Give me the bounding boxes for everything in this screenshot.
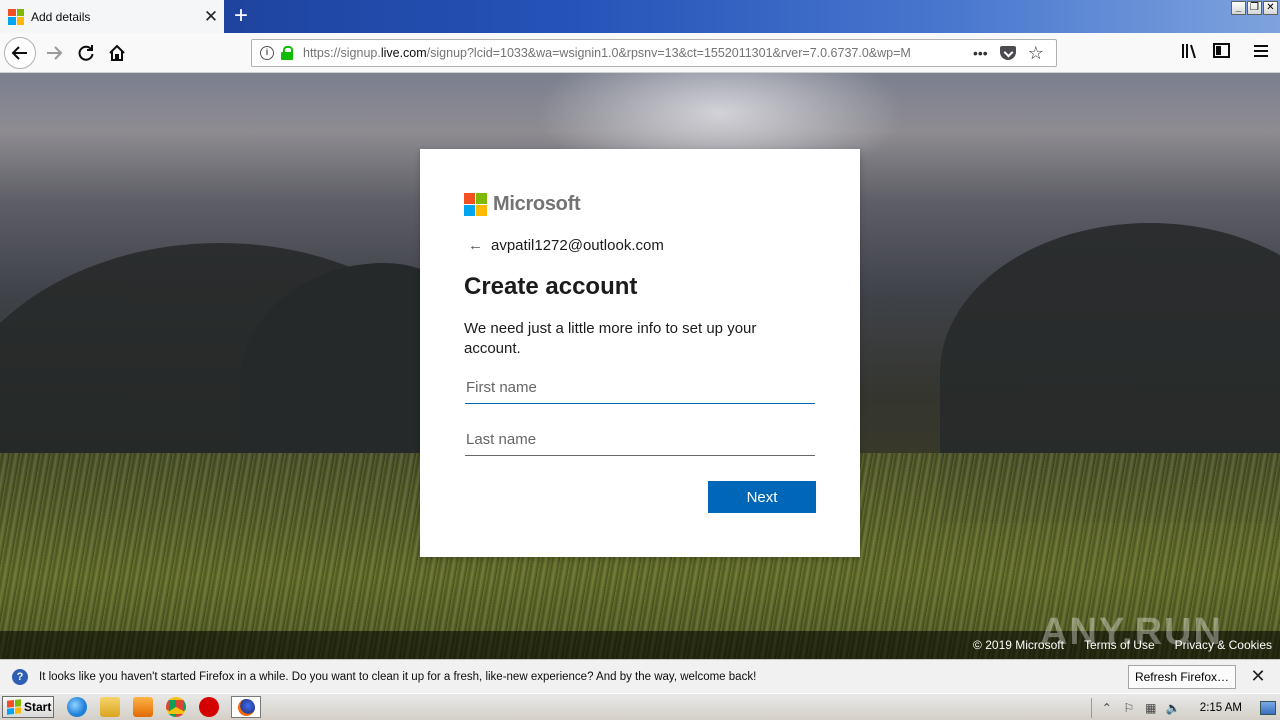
close-window-icon[interactable]: ✕	[1263, 1, 1278, 15]
menu-icon[interactable]	[1253, 43, 1269, 64]
first-name-input[interactable]	[465, 372, 815, 404]
volume-icon[interactable]: 🔈	[1166, 701, 1181, 715]
terms-of-use-link[interactable]: Terms of Use	[1084, 638, 1155, 652]
refresh-firefox-button[interactable]: Refresh Firefox…	[1127, 664, 1236, 689]
start-label: Start	[24, 700, 52, 714]
system-tray: ⌃ ⚐ ▦ 🔈 2:15 AM	[1090, 694, 1280, 720]
taskbar: Start ⌃ ⚐ ▦ 🔈 2:15 AM	[0, 693, 1280, 720]
tab-close-icon[interactable]: ✕	[200, 6, 222, 28]
reload-icon	[78, 45, 94, 61]
home-button[interactable]	[101, 37, 133, 69]
navigation-toolbar: i https://signup.live.com/signup?lcid=10…	[0, 33, 1280, 73]
folder-icon[interactable]	[100, 697, 120, 717]
window-controls: _ ❐ ✕	[1231, 1, 1278, 15]
tray-separator	[1090, 697, 1092, 718]
windows-flag-icon	[7, 699, 21, 715]
page-content: Microsoft ← avpatil1272@outlook.com Crea…	[0, 73, 1280, 659]
chrome-icon[interactable]	[166, 697, 186, 717]
show-hidden-icons-icon[interactable]: ⌃	[1100, 701, 1114, 715]
page-actions: ••• ☆	[973, 43, 1044, 64]
bookmark-star-icon[interactable]: ☆	[1028, 43, 1044, 64]
pocket-icon[interactable]	[999, 46, 1016, 60]
new-tab-button[interactable]: +	[229, 4, 253, 28]
opera-icon[interactable]	[199, 697, 219, 717]
last-name-input[interactable]	[465, 424, 815, 456]
page-actions-menu-icon[interactable]: •••	[973, 45, 988, 61]
microsoft-logo-icon	[464, 193, 487, 216]
footer-links: © 2019 Microsoft Terms of Use Privacy & …	[973, 638, 1272, 652]
url-rest: /signup?lcid=1033&wa=wsignin1.0&rpsnv=13…	[426, 46, 911, 60]
microsoft-logo: Microsoft	[464, 193, 581, 216]
action-center-flag-icon[interactable]: ⚐	[1122, 701, 1136, 715]
next-button[interactable]: Next	[708, 481, 816, 513]
network-icon[interactable]: ▦	[1144, 701, 1158, 715]
sidebar-icon[interactable]	[1213, 43, 1231, 64]
url-host: live.com	[380, 46, 427, 60]
microsoft-favicon-icon	[8, 8, 24, 25]
tab-strip: Add details ✕ + _ ❐ ✕	[0, 0, 1280, 33]
back-button[interactable]	[4, 37, 36, 69]
page-title: Create account	[464, 273, 638, 300]
clock[interactable]: 2:15 AM	[1200, 702, 1242, 714]
restore-icon[interactable]: ❐	[1247, 1, 1262, 15]
reload-button[interactable]	[70, 37, 102, 69]
question-icon: ?	[12, 668, 28, 685]
forward-arrow-icon	[47, 46, 63, 60]
close-icon[interactable]: ✕	[1248, 666, 1268, 687]
notification-message: It looks like you haven't started Firefo…	[39, 670, 757, 683]
address-bar[interactable]: i https://signup.live.com/signup?lcid=10…	[251, 39, 1057, 67]
library-icon[interactable]	[1181, 43, 1199, 64]
url-prefix: https://signup.	[303, 46, 381, 60]
copyright: © 2019 Microsoft	[973, 638, 1064, 652]
start-button[interactable]: Start	[2, 696, 54, 718]
media-player-icon[interactable]	[133, 697, 153, 717]
account-email: avpatil1272@outlook.com	[491, 237, 664, 254]
home-icon	[109, 44, 125, 61]
taskbar-firefox-button[interactable]	[231, 696, 261, 718]
notification-bar: ? It looks like you haven't started Fire…	[0, 659, 1280, 693]
page-description: We need just a little more info to set u…	[464, 320, 757, 357]
url-text[interactable]: https://signup.live.com/signup?lcid=1033…	[303, 46, 963, 60]
tab-add-details[interactable]: Add details ✕	[0, 0, 224, 33]
minimize-icon[interactable]: _	[1231, 1, 1246, 15]
info-icon[interactable]: i	[260, 46, 274, 60]
signup-card: Microsoft ← avpatil1272@outlook.com Crea…	[420, 149, 860, 557]
microsoft-wordmark: Microsoft	[493, 193, 581, 215]
back-arrow-icon[interactable]: ←	[468, 237, 483, 254]
identity-banner[interactable]: ← avpatil1272@outlook.com	[468, 237, 664, 254]
show-desktop-icon[interactable]	[1260, 700, 1276, 715]
privacy-cookies-link[interactable]: Privacy & Cookies	[1175, 638, 1272, 652]
internet-explorer-icon[interactable]	[67, 697, 87, 717]
tab-title: Add details	[31, 9, 91, 24]
forward-button[interactable]	[38, 37, 70, 69]
lock-icon[interactable]	[281, 46, 293, 60]
back-arrow-icon	[11, 46, 27, 60]
firefox-icon	[237, 698, 255, 716]
